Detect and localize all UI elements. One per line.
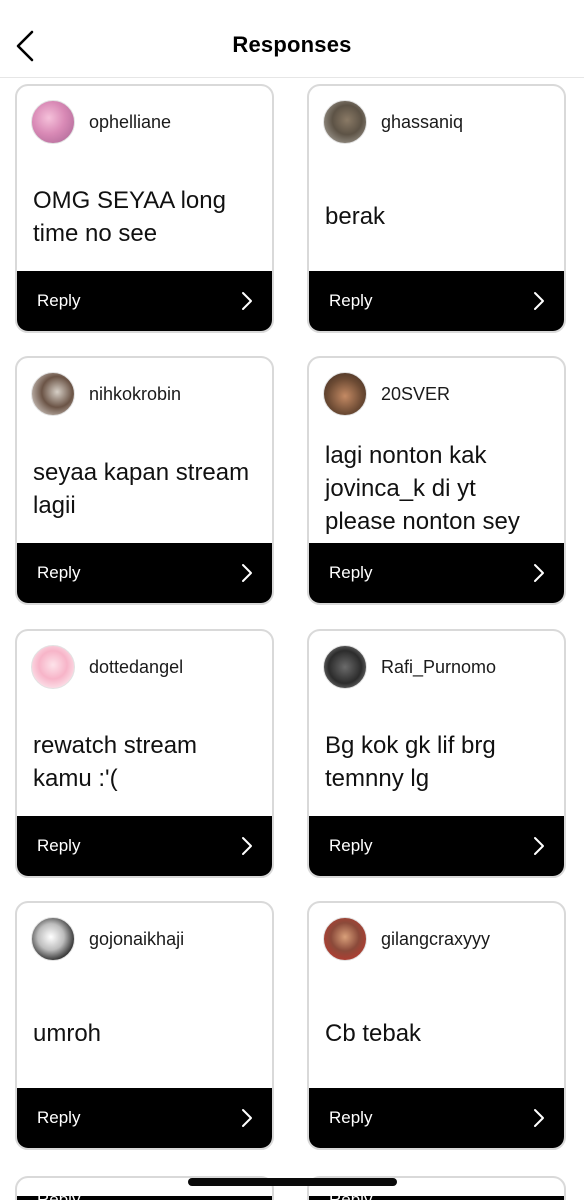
reply-button[interactable]: Reply <box>17 816 272 876</box>
response-text: lagi nonton kak jovinca_k di yt please n… <box>325 442 520 535</box>
avatar[interactable] <box>323 645 367 689</box>
response-card[interactable]: nihkokrobin seyaa kapan stream lagii Rep… <box>15 356 274 605</box>
username[interactable]: ophelliane <box>89 112 171 133</box>
chevron-right-icon <box>534 837 544 855</box>
avatar[interactable] <box>31 645 75 689</box>
page-title: Responses <box>232 32 352 57</box>
reply-label: Reply <box>37 1108 81 1127</box>
card-header: gojonaikhaji <box>31 917 184 961</box>
response-text: umroh <box>33 1020 102 1047</box>
response-card[interactable]: 20SVER lagi nonton kak jovinca_k di yt p… <box>307 356 566 605</box>
card-header: ophelliane <box>31 100 171 144</box>
reply-button[interactable]: Reply <box>17 1088 272 1148</box>
response-text: Bg kok gk lif brg temnny lg <box>325 731 496 792</box>
reply-button[interactable]: Reply <box>309 816 564 876</box>
avatar[interactable] <box>31 372 75 416</box>
username[interactable]: gojonaikhaji <box>89 929 184 950</box>
reply-button[interactable]: Reply <box>309 543 564 603</box>
reply-label: Reply <box>329 563 373 582</box>
chevron-right-icon <box>242 564 252 582</box>
response-card[interactable]: gilangcraxyyy Cb tebak Reply <box>307 901 566 1150</box>
response-text: Cb tebak <box>325 1020 422 1047</box>
card-header: Rafi_Purnomo <box>323 645 496 689</box>
response-text: rewatch stream kamu :'( <box>33 731 198 792</box>
response-text: seyaa kapan stream lagii <box>33 458 250 519</box>
avatar[interactable] <box>323 917 367 961</box>
reply-label: Reply <box>329 291 373 310</box>
responses-grid: ophelliane OMG SEYAA long time no see Re… <box>0 0 584 1200</box>
username[interactable]: gilangcraxyyy <box>381 929 490 950</box>
card-header: gilangcraxyyy <box>323 917 490 961</box>
reply-label: Reply <box>329 836 373 855</box>
reply-label: Reply <box>37 563 81 582</box>
chevron-right-icon <box>242 837 252 855</box>
home-indicator[interactable] <box>188 1178 397 1186</box>
response-text: berak <box>325 203 386 230</box>
response-card[interactable]: dottedangel rewatch stream kamu :'( Repl… <box>15 629 274 878</box>
chevron-right-icon <box>534 1109 544 1127</box>
response-card[interactable]: ophelliane OMG SEYAA long time no see Re… <box>15 84 274 333</box>
chevron-right-icon <box>534 564 544 582</box>
username[interactable]: 20SVER <box>381 384 450 405</box>
card-header: dottedangel <box>31 645 183 689</box>
username[interactable]: nihkokrobin <box>89 384 181 405</box>
response-card[interactable]: gojonaikhaji umroh Reply <box>15 901 274 1150</box>
reply-button[interactable]: Reply <box>309 271 564 331</box>
reply-label: Reply <box>329 1190 373 1200</box>
reply-button[interactable]: Reply <box>17 543 272 603</box>
reply-label: Reply <box>37 1190 81 1200</box>
reply-label: Reply <box>37 291 81 310</box>
chevron-right-icon <box>242 1109 252 1127</box>
avatar[interactable] <box>31 100 75 144</box>
response-card[interactable]: Rafi_Purnomo Bg kok gk lif brg temnny lg… <box>307 629 566 878</box>
chevron-right-icon <box>242 292 252 310</box>
avatar[interactable] <box>323 372 367 416</box>
response-card[interactable]: ghassaniq berak Reply <box>307 84 566 333</box>
card-header: ghassaniq <box>323 100 463 144</box>
avatar[interactable] <box>323 100 367 144</box>
response-text: OMG SEYAA long time no see <box>33 186 226 247</box>
avatar[interactable] <box>31 917 75 961</box>
reply-label: Reply <box>37 836 81 855</box>
reply-button[interactable]: Reply <box>309 1088 564 1148</box>
reply-label: Reply <box>329 1108 373 1127</box>
reply-button[interactable]: Reply <box>17 271 272 331</box>
card-header: 20SVER <box>323 372 450 416</box>
username[interactable]: Rafi_Purnomo <box>381 657 496 678</box>
username[interactable]: dottedangel <box>89 657 183 678</box>
card-header: nihkokrobin <box>31 372 181 416</box>
chevron-right-icon <box>534 292 544 310</box>
username[interactable]: ghassaniq <box>381 112 463 133</box>
header-bar: Responses <box>0 0 584 78</box>
